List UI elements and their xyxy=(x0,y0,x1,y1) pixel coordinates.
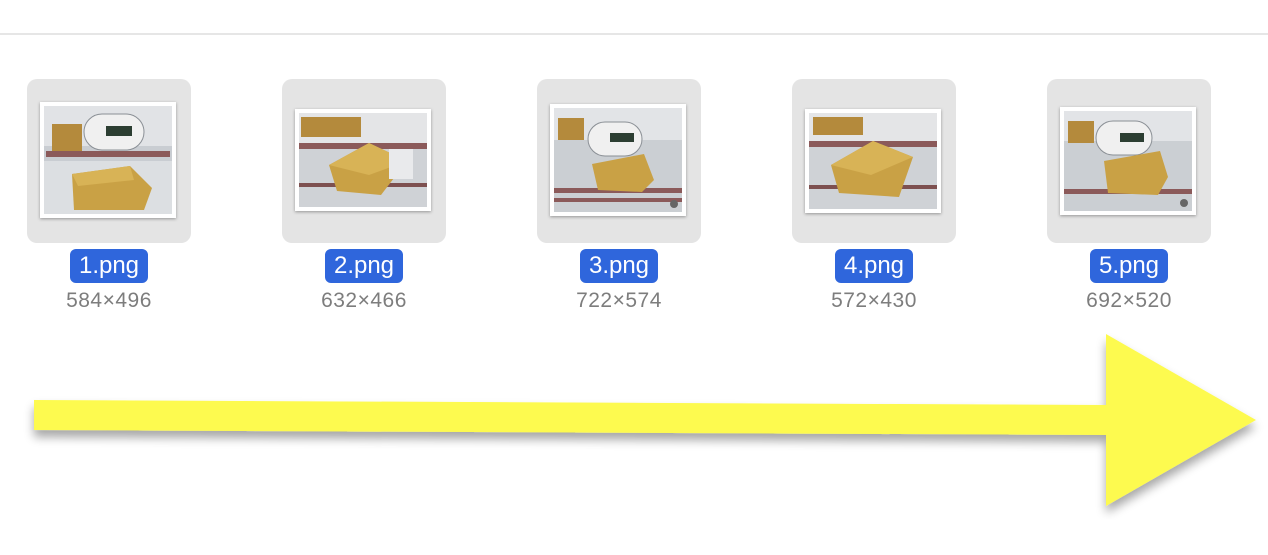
file-name-label[interactable]: 5.png xyxy=(1030,249,1228,283)
toolbar-divider xyxy=(0,33,1268,35)
file-dimensions: 572×430 xyxy=(831,289,917,312)
file-dimensions: 722×574 xyxy=(576,289,662,312)
file-name-label[interactable]: 3.png xyxy=(520,249,718,283)
file-item-5[interactable]: 5.png 692×520 xyxy=(1030,79,1220,319)
thumbnail-background xyxy=(537,79,701,243)
image-thumbnail-icon xyxy=(1060,107,1196,215)
file-item-3[interactable]: 3.png 722×574 xyxy=(520,79,710,319)
image-thumbnail-icon xyxy=(295,109,431,211)
thumbnail-background xyxy=(27,79,191,243)
file-name-label[interactable]: 2.png xyxy=(265,249,463,283)
thumbnail-background xyxy=(282,79,446,243)
file-name-label[interactable]: 4.png xyxy=(775,249,973,283)
file-item-1[interactable]: 1.png 584×496 xyxy=(10,79,200,319)
thumbnail-background xyxy=(1047,79,1211,243)
file-item-4[interactable]: 4.png 572×430 xyxy=(775,79,965,319)
thumbnail-background xyxy=(792,79,956,243)
file-item-2[interactable]: 2.png 632×466 xyxy=(265,79,455,319)
file-dimensions: 692×520 xyxy=(1086,289,1172,312)
image-thumbnail-icon xyxy=(805,109,941,213)
image-thumbnail-icon xyxy=(40,102,176,218)
image-thumbnail-icon xyxy=(550,104,686,216)
file-name-label[interactable]: 1.png xyxy=(10,249,208,283)
arrow-right-icon xyxy=(34,334,1256,506)
file-dimensions: 584×496 xyxy=(66,289,152,312)
file-dimensions: 632×466 xyxy=(321,289,407,312)
finder-icon-view: 1.png 584×496 2.png 632×466 3.png 722×57… xyxy=(0,0,1268,555)
